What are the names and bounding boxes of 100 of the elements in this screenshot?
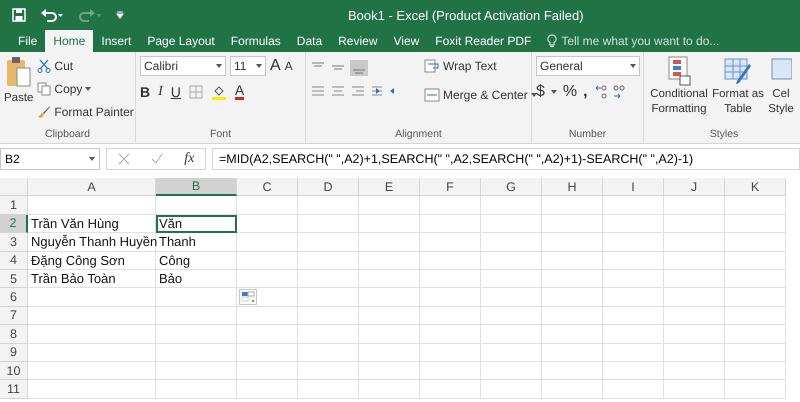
ribbon-tab[interactable]: File [10, 30, 46, 52]
undo-icon[interactable] [40, 8, 64, 22]
empty-cell[interactable] [603, 288, 664, 307]
empty-cell[interactable] [237, 344, 298, 362]
empty-cell[interactable] [664, 362, 725, 380]
merge-center-button[interactable]: Merge & Center [424, 85, 537, 105]
style-button[interactable]: Conditional Formatting [648, 56, 710, 128]
row-header[interactable]: 2 [0, 214, 28, 234]
column-header[interactable]: E [359, 178, 420, 196]
row-header[interactable]: 1 [0, 196, 28, 215]
empty-cell[interactable] [237, 196, 298, 215]
style-button[interactable]: Cel Style [766, 56, 796, 128]
comma-button[interactable]: , [583, 83, 588, 101]
empty-cell[interactable] [359, 233, 420, 252]
empty-cell[interactable] [664, 214, 725, 234]
empty-cell[interactable] [725, 306, 786, 326]
empty-cell[interactable] [298, 362, 359, 380]
insert-function-button[interactable]: fx [184, 151, 194, 167]
style-button[interactable]: Format as Table [714, 56, 762, 128]
empty-cell[interactable] [420, 344, 481, 362]
empty-cell[interactable] [298, 252, 359, 270]
empty-cell[interactable] [725, 325, 786, 344]
empty-cell[interactable] [420, 306, 481, 326]
column-header[interactable]: B [156, 178, 237, 196]
empty-cell[interactable] [156, 288, 237, 307]
empty-cell[interactable] [542, 325, 603, 344]
table-cell[interactable]: Nguyễn Thanh Huyền [28, 233, 156, 252]
empty-cell[interactable] [664, 288, 725, 307]
empty-cell[interactable] [664, 252, 725, 270]
empty-cell[interactable] [156, 306, 237, 326]
empty-cell[interactable] [542, 344, 603, 362]
column-header[interactable]: F [420, 178, 481, 196]
empty-cell[interactable] [359, 196, 420, 215]
empty-cell[interactable] [156, 196, 237, 215]
empty-cell[interactable] [298, 270, 359, 288]
empty-cell[interactable] [237, 233, 298, 252]
empty-cell[interactable] [664, 380, 725, 399]
empty-cell[interactable] [542, 306, 603, 326]
empty-cell[interactable] [298, 214, 359, 234]
empty-cell[interactable] [298, 233, 359, 252]
empty-cell[interactable] [725, 252, 786, 270]
table-cell[interactable]: Bảo [156, 270, 237, 288]
table-cell[interactable]: Đặng Công Sơn [28, 252, 156, 270]
empty-cell[interactable] [481, 270, 542, 288]
number-format-dropdown[interactable]: General [536, 56, 640, 76]
name-box[interactable]: B2 [0, 148, 100, 170]
empty-cell[interactable] [603, 306, 664, 326]
italic-button[interactable]: I [158, 84, 163, 100]
empty-cell[interactable] [237, 380, 298, 399]
borders-icon[interactable] [188, 84, 203, 98]
empty-cell[interactable] [420, 325, 481, 344]
copy-button[interactable]: Copy [37, 79, 134, 99]
empty-cell[interactable] [603, 252, 664, 270]
ribbon-tab[interactable]: Formulas [222, 30, 289, 52]
column-header[interactable]: I [603, 178, 664, 196]
empty-cell[interactable] [420, 288, 481, 307]
fill-color-icon[interactable] [210, 84, 227, 100]
column-header[interactable]: J [664, 178, 725, 196]
save-icon[interactable] [12, 8, 26, 22]
table-cell[interactable]: Trần Bảo Toàn [28, 270, 156, 288]
empty-cell[interactable] [298, 344, 359, 362]
empty-cell[interactable] [359, 306, 420, 326]
empty-cell[interactable] [725, 288, 786, 307]
empty-cell[interactable] [481, 344, 542, 362]
empty-cell[interactable] [542, 270, 603, 288]
empty-cell[interactable] [481, 380, 542, 399]
redo-icon[interactable] [78, 8, 102, 22]
row-header[interactable]: 3 [0, 233, 28, 252]
font-size-dropdown[interactable]: 11 [230, 56, 266, 76]
empty-cell[interactable] [725, 362, 786, 380]
cut-button[interactable]: Cut [37, 56, 134, 76]
empty-cell[interactable] [725, 344, 786, 362]
row-header[interactable]: 4 [0, 252, 28, 270]
empty-cell[interactable] [725, 233, 786, 252]
row-header[interactable]: 10 [0, 362, 28, 380]
customize-toolbar-icon[interactable] [116, 11, 124, 19]
empty-cell[interactable] [542, 196, 603, 215]
empty-cell[interactable] [359, 380, 420, 399]
empty-cell[interactable] [156, 344, 237, 362]
empty-cell[interactable] [542, 214, 603, 234]
empty-cell[interactable] [725, 270, 786, 288]
empty-cell[interactable] [156, 362, 237, 380]
empty-cell[interactable] [725, 380, 786, 399]
empty-cell[interactable] [603, 233, 664, 252]
empty-cell[interactable] [542, 380, 603, 399]
empty-cell[interactable] [603, 325, 664, 344]
column-header[interactable]: D [298, 178, 359, 196]
percent-button[interactable]: % [562, 83, 578, 101]
selected-cell[interactable]: Văn [156, 214, 237, 234]
ribbon-tab[interactable]: Foxit Reader PDF [427, 30, 540, 52]
empty-cell[interactable] [603, 214, 664, 234]
row-header[interactable]: 5 [0, 270, 28, 288]
column-header[interactable]: K [725, 178, 786, 196]
empty-cell[interactable] [664, 325, 725, 344]
empty-cell[interactable] [603, 196, 664, 215]
empty-cell[interactable] [542, 362, 603, 380]
select-all-corner[interactable] [0, 178, 28, 196]
empty-cell[interactable] [298, 325, 359, 344]
empty-cell[interactable] [481, 196, 542, 215]
empty-cell[interactable] [359, 214, 420, 234]
